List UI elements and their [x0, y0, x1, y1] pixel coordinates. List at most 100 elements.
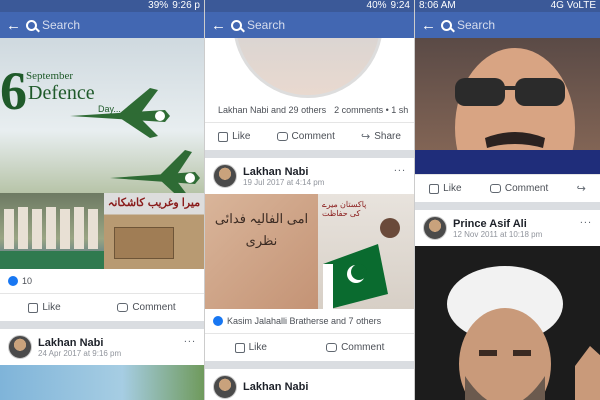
comment-label: Comment	[291, 131, 335, 142]
like-reaction-icon	[8, 276, 18, 286]
clock: 9:26 p	[172, 0, 200, 11]
image-text-left: امی الفالیہ فدائی نظری	[214, 211, 309, 248]
like-button[interactable]: Like	[429, 183, 462, 194]
comment-button[interactable]: Comment	[117, 302, 176, 313]
post-actions: Like Comment	[0, 293, 204, 321]
thumbs-up-icon	[429, 183, 440, 194]
more-options-icon[interactable]: ...	[184, 333, 196, 345]
search-input[interactable]: Search	[26, 18, 80, 32]
avatar[interactable]	[213, 164, 237, 188]
post-header: Lakhan Nabi 19 Jul 2017 at 4:14 pm ...	[205, 158, 414, 194]
status-bar: 39% 9:26 p	[0, 0, 204, 12]
avatar[interactable]	[423, 216, 447, 240]
children-photo[interactable]	[0, 193, 104, 269]
post-header-2: Lakhan Nabi	[205, 369, 414, 400]
search-icon	[26, 19, 37, 31]
jet-fighters-image	[70, 88, 200, 193]
share-label: Share	[374, 131, 401, 142]
screenshot-panel-2: 40% 9:24 ← Search Lakhan Nabi and 29 oth…	[204, 0, 414, 400]
share-button[interactable]: ↪	[577, 182, 586, 195]
avatar[interactable]	[8, 335, 32, 359]
flag-girl-photo[interactable]: پاکستان میرے کی حفاظت	[318, 194, 414, 309]
like-label: Like	[443, 183, 462, 194]
comment-button[interactable]: Comment	[276, 131, 335, 142]
post-author[interactable]: Prince Asif Ali	[453, 218, 542, 230]
share-arrow-icon: ↪	[576, 183, 586, 195]
turban-man-photo[interactable]	[415, 246, 600, 400]
search-input[interactable]: Search	[231, 18, 285, 32]
post-date[interactable]: 24 Apr 2017 at 9:16 pm	[38, 349, 121, 358]
post-image[interactable]	[0, 365, 204, 400]
search-placeholder: Search	[42, 18, 81, 32]
image-caption: میرا وغریب کاشکانہ	[107, 197, 201, 209]
like-label: Like	[248, 342, 267, 353]
comment-share-count[interactable]: 2 comments • 1 sh	[334, 105, 408, 115]
more-options-icon[interactable]: ...	[394, 162, 406, 174]
search-icon	[231, 19, 242, 31]
search-placeholder: Search	[457, 18, 496, 32]
search-bar: ← Search	[205, 12, 414, 38]
clock: 9:24	[390, 0, 410, 11]
reaction-names: Lakhan Nabi and 29 others	[218, 105, 327, 115]
children-figures-image	[0, 207, 104, 269]
post-author[interactable]: Lakhan Nabi	[38, 337, 121, 349]
clock: 8:06 AM	[419, 0, 456, 11]
reaction-summary[interactable]: 10	[0, 269, 204, 293]
search-placeholder: Search	[247, 18, 286, 32]
screenshot-panel-1: 39% 9:26 p ← Search 6 September Defence …	[0, 0, 204, 400]
feed-divider	[415, 202, 600, 210]
profile-photo-partial[interactable]	[205, 38, 414, 98]
share-arrow-icon: ↪	[361, 131, 371, 143]
defence-day-banner[interactable]: 6 September Defence Day...	[0, 38, 204, 193]
post-author[interactable]: Lakhan Nabi	[243, 381, 308, 393]
search-bar: ← Search	[0, 12, 204, 38]
battery-text: 40%	[366, 0, 387, 11]
photo-circle	[233, 38, 383, 98]
like-button[interactable]: Like	[218, 131, 250, 142]
back-arrow-icon[interactable]: ←	[211, 17, 226, 34]
like-label: Like	[232, 131, 251, 142]
portrait-image	[415, 48, 600, 174]
comment-icon	[276, 132, 288, 141]
screenshot-panel-3: 8:06 AM 4G VoLTE ← Search Like Comment ↪…	[414, 0, 600, 400]
post-date[interactable]: 12 Nov 2011 at 10:18 pm	[453, 230, 542, 239]
feed-divider	[0, 321, 204, 329]
post-header: Prince Asif Ali 12 Nov 2011 at 10:18 pm …	[415, 210, 600, 246]
reaction-summary-2[interactable]: Kasim Jalahalli Bratherse and 7 others	[205, 309, 414, 333]
post-actions-2: Like Comment	[205, 333, 414, 361]
like-button[interactable]: Like	[234, 342, 267, 353]
house-photo[interactable]: میرا وغریب کاشکانہ	[104, 193, 204, 269]
feed-divider	[205, 361, 414, 369]
comment-button[interactable]: Comment	[326, 342, 384, 353]
battery-text: 39%	[148, 0, 169, 11]
more-options-icon[interactable]: ...	[580, 214, 592, 226]
post-header: Lakhan Nabi 24 Apr 2017 at 9:16 pm ...	[0, 329, 204, 365]
like-label: Like	[42, 302, 61, 313]
comment-icon	[117, 303, 129, 312]
like-button[interactable]: Like	[28, 302, 61, 313]
comment-button[interactable]: Comment	[489, 183, 549, 194]
thumbs-up-icon	[234, 342, 245, 353]
comment-icon	[326, 343, 338, 352]
search-icon	[441, 19, 452, 31]
portrait-image	[447, 266, 600, 400]
share-button[interactable]: ↪ Share	[361, 130, 401, 143]
man-sunglasses-photo[interactable]	[415, 38, 600, 174]
comment-label: Comment	[504, 183, 549, 194]
thumbs-up-icon	[218, 131, 229, 142]
post-actions: Like Comment ↪ Share	[205, 122, 414, 150]
reaction-count: 10	[22, 276, 33, 286]
status-bar: 8:06 AM 4G VoLTE	[415, 0, 600, 12]
back-arrow-icon[interactable]: ←	[421, 17, 436, 34]
like-reaction-icon	[213, 316, 223, 326]
avatar[interactable]	[213, 375, 237, 399]
post-author[interactable]: Lakhan Nabi	[243, 166, 324, 178]
search-input[interactable]: Search	[441, 18, 495, 32]
comment-icon	[489, 184, 501, 193]
reaction-summary[interactable]: Lakhan Nabi and 29 others 2 comments • 1…	[205, 98, 414, 122]
network-indicator: 4G VoLTE	[550, 0, 596, 11]
back-arrow-icon[interactable]: ←	[6, 17, 21, 34]
thumbs-up-icon	[28, 302, 39, 313]
post-date[interactable]: 19 Jul 2017 at 4:14 pm	[243, 178, 324, 187]
hand-calligraphy-photo[interactable]: امی الفالیہ فدائی نظری	[205, 194, 318, 309]
